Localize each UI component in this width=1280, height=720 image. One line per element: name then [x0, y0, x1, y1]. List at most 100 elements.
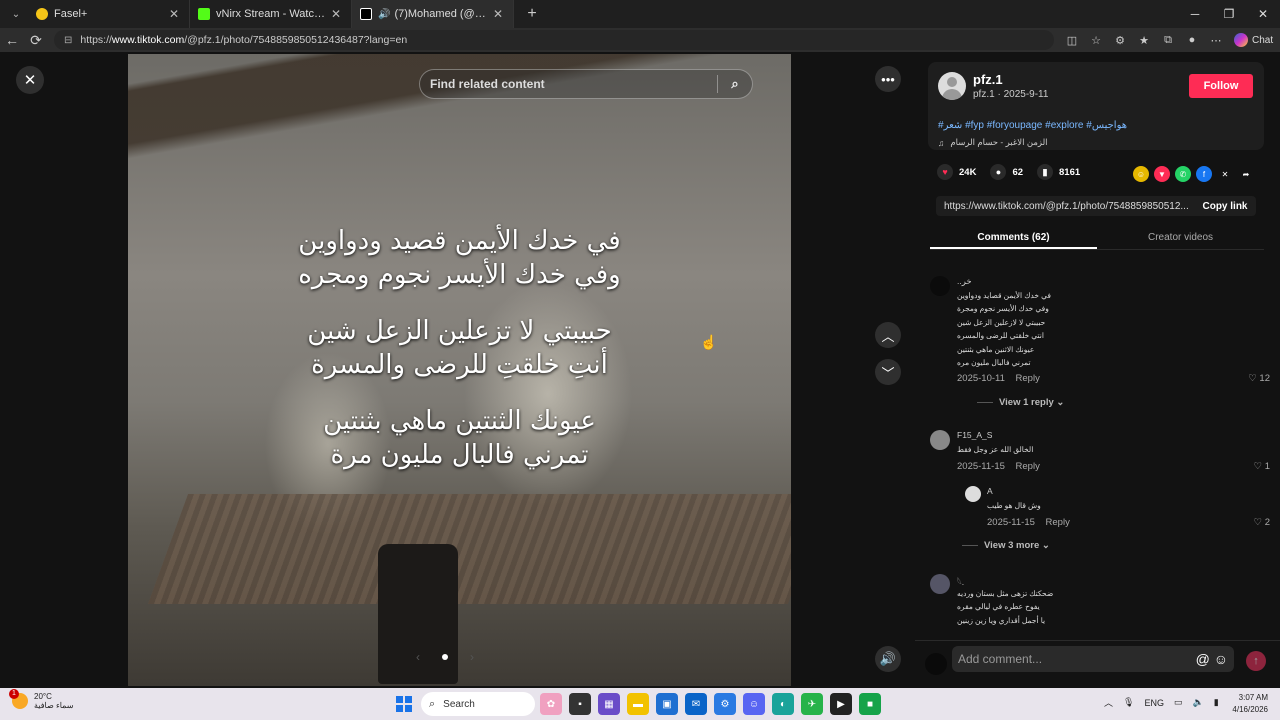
tray-overflow-icon[interactable]: ︿: [1104, 696, 1113, 709]
commenter-avatar[interactable]: [965, 486, 981, 502]
url-field[interactable]: ⊟ https://www.tiktok.com/@pfz.1/photo/75…: [54, 30, 1054, 50]
search-icon[interactable]: ⌕: [718, 76, 752, 92]
browser-tab[interactable]: vNirx Stream - Watch Live on Kick ✕: [190, 0, 352, 28]
app-icon[interactable]: ▣: [656, 693, 678, 715]
more-options-button[interactable]: •••: [875, 66, 901, 92]
microphone-icon[interactable]: 🎙: [1123, 697, 1134, 708]
media-player-icon[interactable]: ▶: [830, 693, 852, 715]
commenter-name[interactable]: ..ﺧﺮ: [957, 276, 972, 287]
more-menu-icon[interactable]: ⋯: [1204, 34, 1228, 47]
maximize-button[interactable]: ❐: [1212, 0, 1246, 28]
back-button[interactable]: ←: [0, 30, 24, 50]
minimize-button[interactable]: ─: [1178, 0, 1212, 28]
post-comment-button[interactable]: ↑: [1246, 651, 1266, 671]
reply-link[interactable]: Reply: [1016, 461, 1040, 472]
split-screen-icon[interactable]: ◫: [1060, 34, 1084, 47]
commenter-name[interactable]: 𓆩.: [957, 574, 964, 588]
widgets-app-icon[interactable]: ✿: [540, 693, 562, 715]
embed-share-icon[interactable]: ☺: [1133, 166, 1149, 182]
mention-and-emoji-icons[interactable]: @ ☺: [1196, 651, 1228, 667]
tab-close-icon[interactable]: ✕: [167, 7, 181, 21]
browser-tab[interactable]: Fasel+ ✕: [28, 0, 190, 28]
facebook-share-icon[interactable]: f: [1196, 166, 1212, 182]
follow-button[interactable]: Follow: [1189, 74, 1253, 98]
comment-input[interactable]: Add comment... @ ☺: [952, 646, 1234, 672]
weather-widget[interactable]: 1 20°C سماء صافية: [9, 689, 74, 710]
related-search-input[interactable]: Find related content ⌕: [419, 69, 753, 99]
file-explorer-icon[interactable]: ▬: [627, 693, 649, 715]
site-info-icon[interactable]: ⊟: [64, 35, 72, 46]
commenter-avatar[interactable]: [930, 276, 950, 296]
browser-tab-bar: ⌄ Fasel+ ✕ vNirx Stream - Watch Live on …: [0, 0, 1280, 28]
view-more-replies-button[interactable]: View 3 more ⌄: [962, 540, 1050, 551]
profile-avatar[interactable]: ●: [1180, 34, 1204, 47]
next-post-button[interactable]: ﹀: [875, 359, 901, 385]
edge-browser-icon[interactable]: ◐: [772, 693, 794, 715]
close-viewer-button[interactable]: ✕: [16, 66, 44, 94]
commenter-avatar[interactable]: [930, 574, 950, 594]
new-tab-button[interactable]: +: [520, 5, 544, 23]
tab-actions-menu-button[interactable]: ⌄: [4, 4, 28, 24]
reload-button[interactable]: ⟳: [24, 30, 48, 50]
comment-button[interactable]: ● 62: [990, 164, 1023, 180]
tab-close-icon[interactable]: ✕: [491, 7, 505, 21]
whatsapp-share-icon[interactable]: ✆: [1175, 166, 1191, 182]
network-icon[interactable]: ▭: [1174, 697, 1183, 708]
commenter-name[interactable]: F15_A_S: [957, 430, 992, 440]
start-button[interactable]: [396, 696, 412, 712]
commenter-avatar[interactable]: [930, 430, 950, 450]
post-photo[interactable]: في خدك الأيمن قصيد ودواوين وفي خدك الأيس…: [128, 54, 791, 686]
comment-like-button[interactable]: ♡ 2: [1254, 517, 1270, 528]
browser-tab-active[interactable]: 🔊 (7)Mohamed (@hzf_) | TikTok ✕: [352, 0, 514, 28]
comment-like-button[interactable]: ♡ 1: [1254, 461, 1270, 472]
page-dot[interactable]: [442, 654, 448, 660]
x-share-icon[interactable]: ✕: [1217, 166, 1233, 182]
author-username[interactable]: pfz.1: [973, 72, 1003, 87]
taskbar-search[interactable]: ⌕ Search: [421, 692, 535, 716]
app-icon[interactable]: ✈: [801, 693, 823, 715]
photo-pagination: ‹ ›: [416, 650, 474, 664]
tab-creator-videos[interactable]: Creator videos: [1097, 226, 1264, 249]
favorites-icon[interactable]: ★: [1132, 34, 1156, 47]
battery-icon[interactable]: ▮: [1214, 697, 1219, 708]
language-indicator[interactable]: ENG: [1144, 698, 1164, 708]
comment-input-bar: Add comment... @ ☺ ↑: [915, 640, 1280, 688]
more-share-icon[interactable]: ➦: [1238, 166, 1254, 182]
app-icon[interactable]: ■: [859, 693, 881, 715]
tab-close-icon[interactable]: ✕: [329, 7, 343, 21]
copy-link-button[interactable]: Copy link: [1194, 201, 1256, 212]
extensions-icon[interactable]: ⚙: [1108, 34, 1132, 47]
like-button[interactable]: ♥ 24K: [937, 164, 976, 180]
reply-link[interactable]: Reply: [1046, 517, 1070, 528]
post-link-text[interactable]: https://www.tiktok.com/@pfz.1/photo/7548…: [944, 201, 1194, 212]
music-row[interactable]: ♫ الزمن الاغبر - حسام الرسام: [938, 137, 1048, 148]
app-icon[interactable]: ⚙: [714, 693, 736, 715]
collections-icon[interactable]: ⧉: [1156, 34, 1180, 47]
discord-icon[interactable]: ☺: [743, 693, 765, 715]
commenter-name[interactable]: A: [987, 486, 993, 496]
save-count: 8161: [1059, 166, 1081, 178]
hashtags[interactable]: #شعر #fyp #foryoupage #explore #هواجيس: [938, 120, 1127, 131]
comment-like-button[interactable]: ♡ 12: [1248, 373, 1270, 384]
outlook-icon[interactable]: ✉: [685, 693, 707, 715]
clock[interactable]: 3:07 AM 4/16/2026: [1232, 692, 1268, 716]
favorite-star-icon[interactable]: ☆: [1084, 34, 1108, 47]
copilot-chat-button[interactable]: Chat: [1234, 33, 1273, 47]
close-window-button[interactable]: ✕: [1246, 0, 1280, 28]
speaker-icon[interactable]: 🔊: [378, 9, 390, 20]
tab-comments[interactable]: Comments (62): [930, 226, 1097, 249]
reply-link[interactable]: Reply: [1016, 373, 1040, 384]
previous-post-button[interactable]: ︿: [875, 322, 901, 348]
prev-photo-arrow-icon[interactable]: ‹: [416, 650, 420, 664]
toolbar-icons: ◫ ☆ ⚙ ★ ⧉ ● ⋯: [1060, 34, 1228, 47]
task-view-icon[interactable]: ▪: [569, 693, 591, 715]
store-app-icon[interactable]: ▦: [598, 693, 620, 715]
search-placeholder: Find related content: [430, 77, 545, 91]
volume-icon[interactable]: 🔈: [1192, 697, 1203, 708]
save-button[interactable]: ▮ 8161: [1037, 164, 1080, 180]
author-avatar[interactable]: [938, 72, 966, 100]
volume-button[interactable]: 🔊: [875, 646, 901, 672]
send-share-icon[interactable]: ▼: [1154, 166, 1170, 182]
next-photo-arrow-icon[interactable]: ›: [470, 650, 474, 664]
view-replies-button[interactable]: View 1 reply ⌄: [977, 397, 1064, 408]
